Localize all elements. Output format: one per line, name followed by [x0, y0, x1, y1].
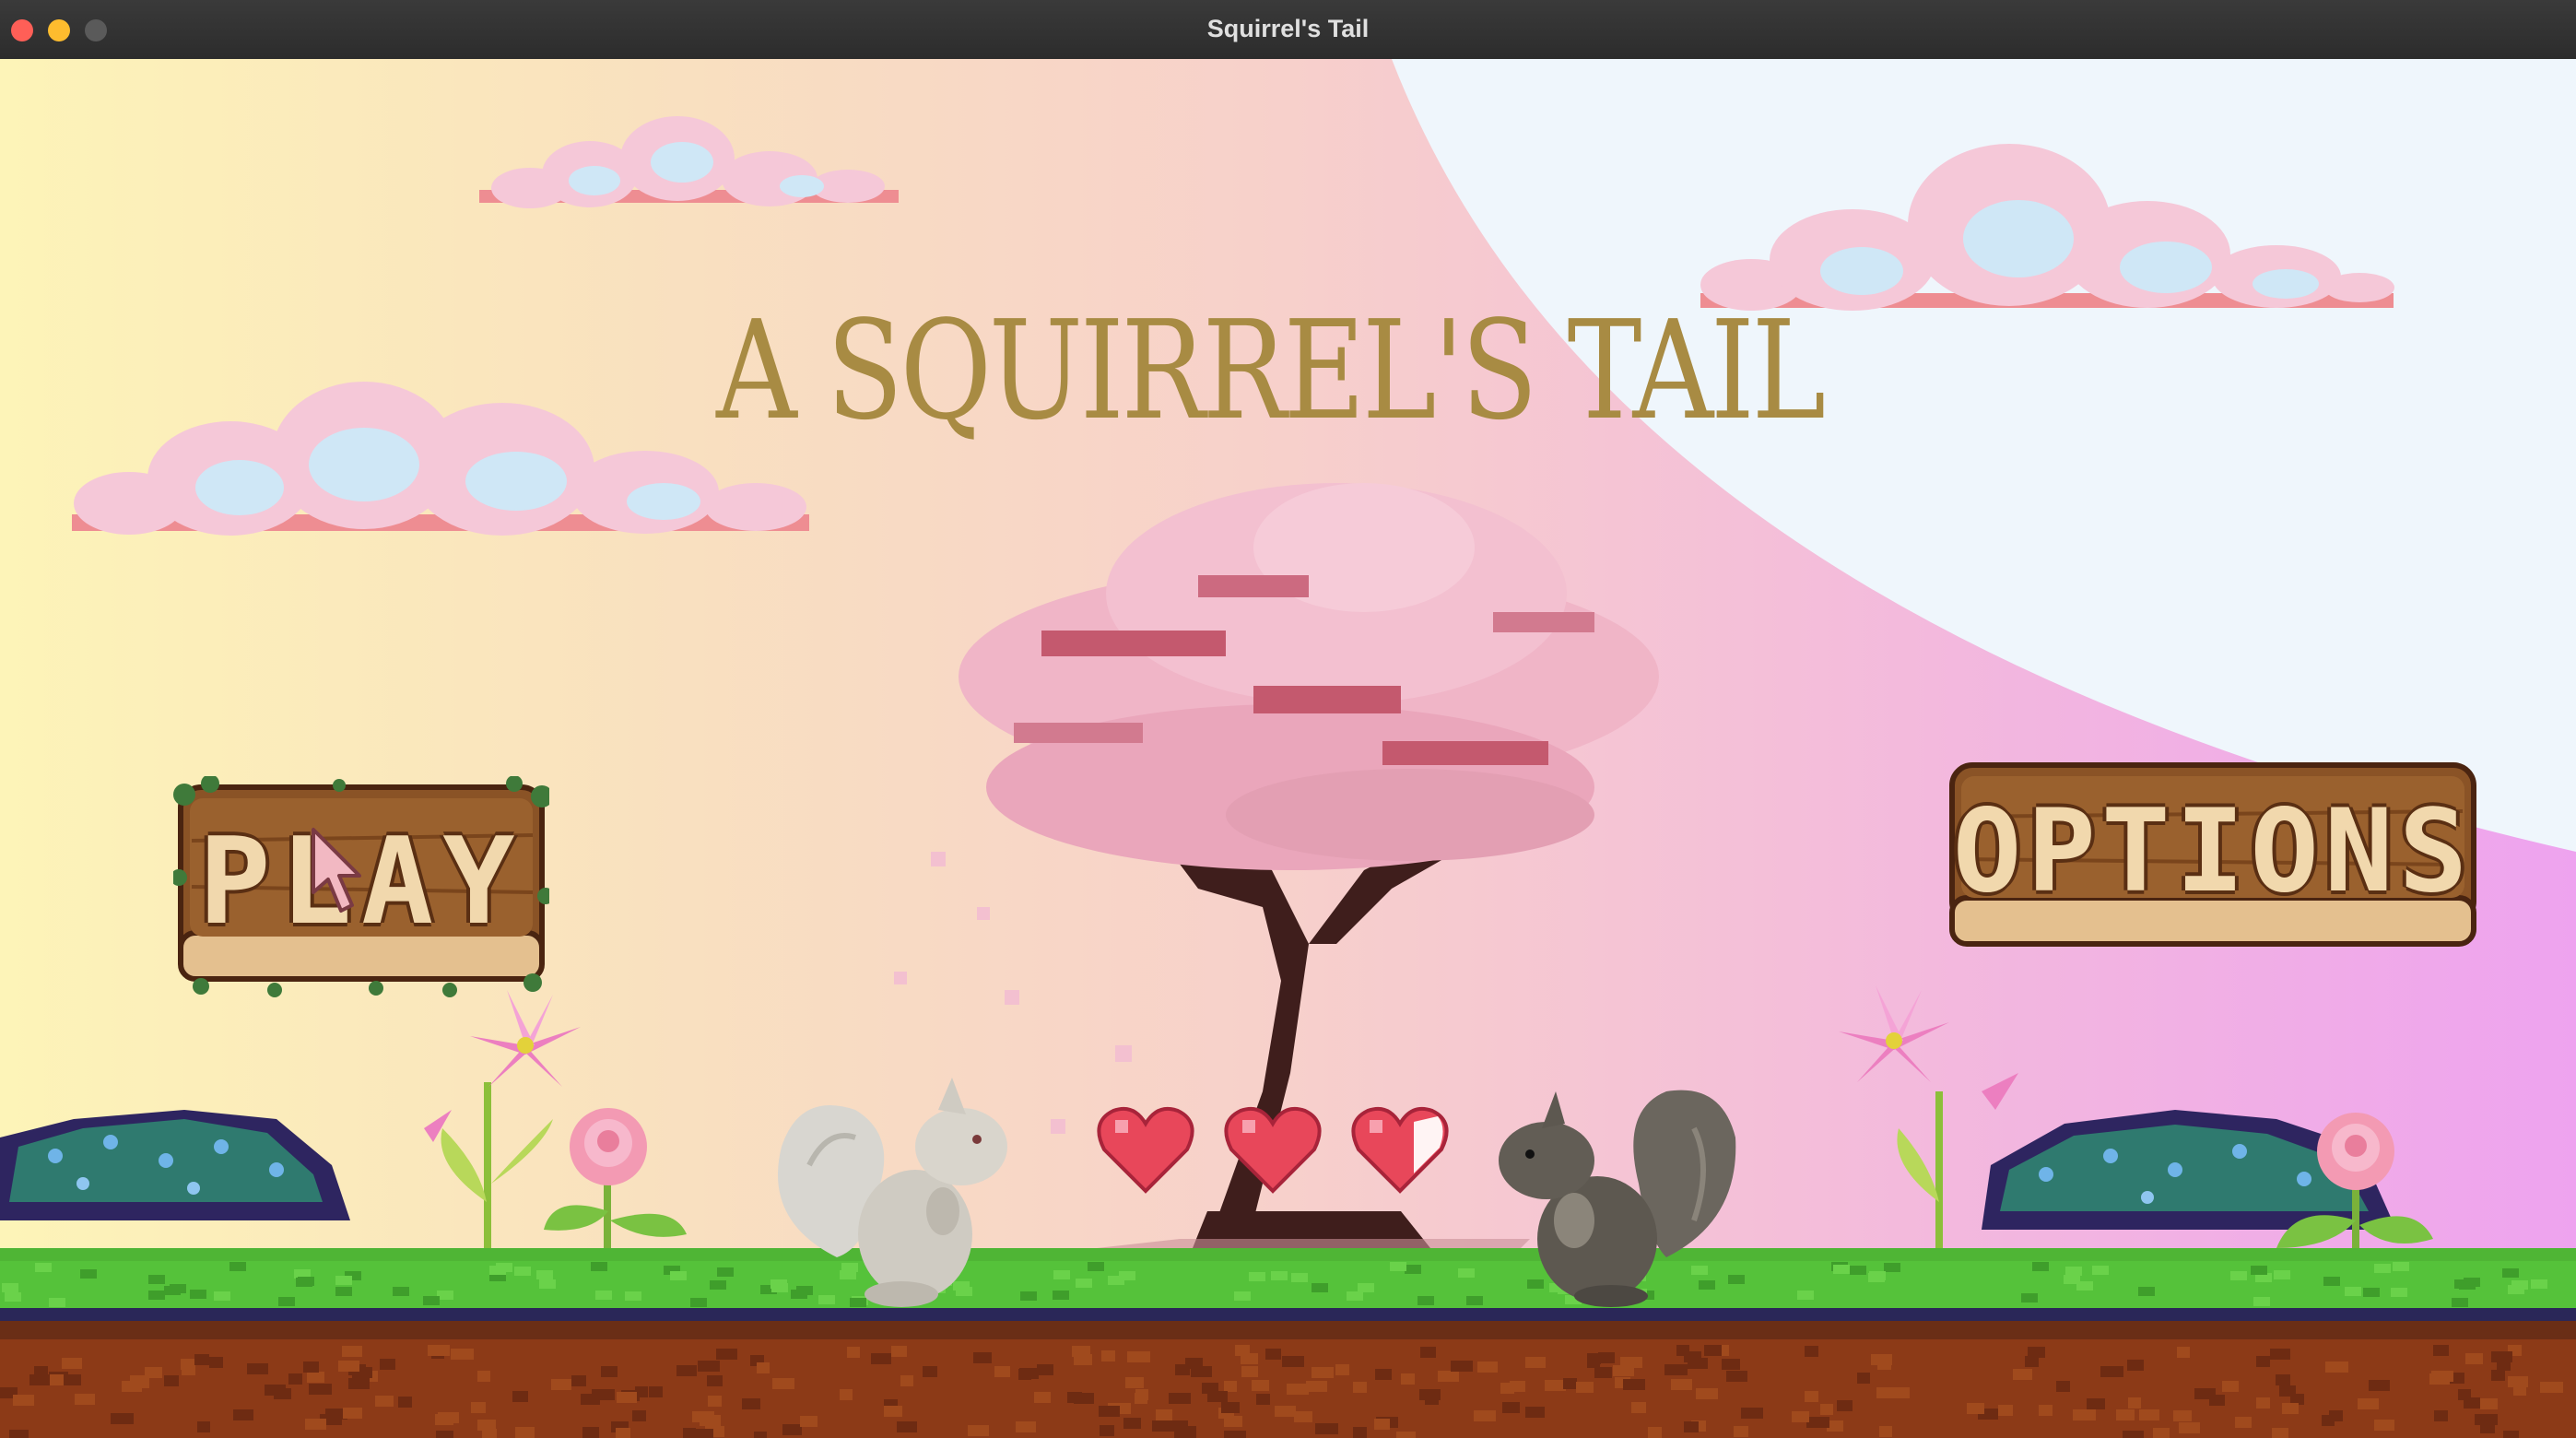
- heart-partial-icon: [1351, 1106, 1449, 1194]
- options-button[interactable]: OPTIONS: [1947, 760, 2479, 953]
- game-window: Squirrel's Tail A SQUIRREL'S TAIL PLAY O…: [0, 0, 2576, 1438]
- game-title: A SQUIRREL'S TAIL: [716, 291, 1826, 450]
- heart-full-icon: [1097, 1106, 1194, 1194]
- window-titlebar: Squirrel's Tail: [0, 0, 2576, 60]
- health-hearts: [1095, 1103, 1464, 1196]
- white-squirrel-sprite: [778, 1078, 1007, 1307]
- gray-squirrel-sprite: [1499, 1090, 1736, 1307]
- options-button-label: OPTIONS: [1952, 785, 2474, 918]
- ground-texture: [0, 1262, 2563, 1438]
- mouse-cursor-icon: [312, 828, 361, 913]
- heart-full-icon: [1224, 1106, 1322, 1194]
- title-screen: A SQUIRREL'S TAIL PLAY OPTIONS: [0, 59, 2576, 1438]
- window-title: Squirrel's Tail: [1206, 15, 1370, 42]
